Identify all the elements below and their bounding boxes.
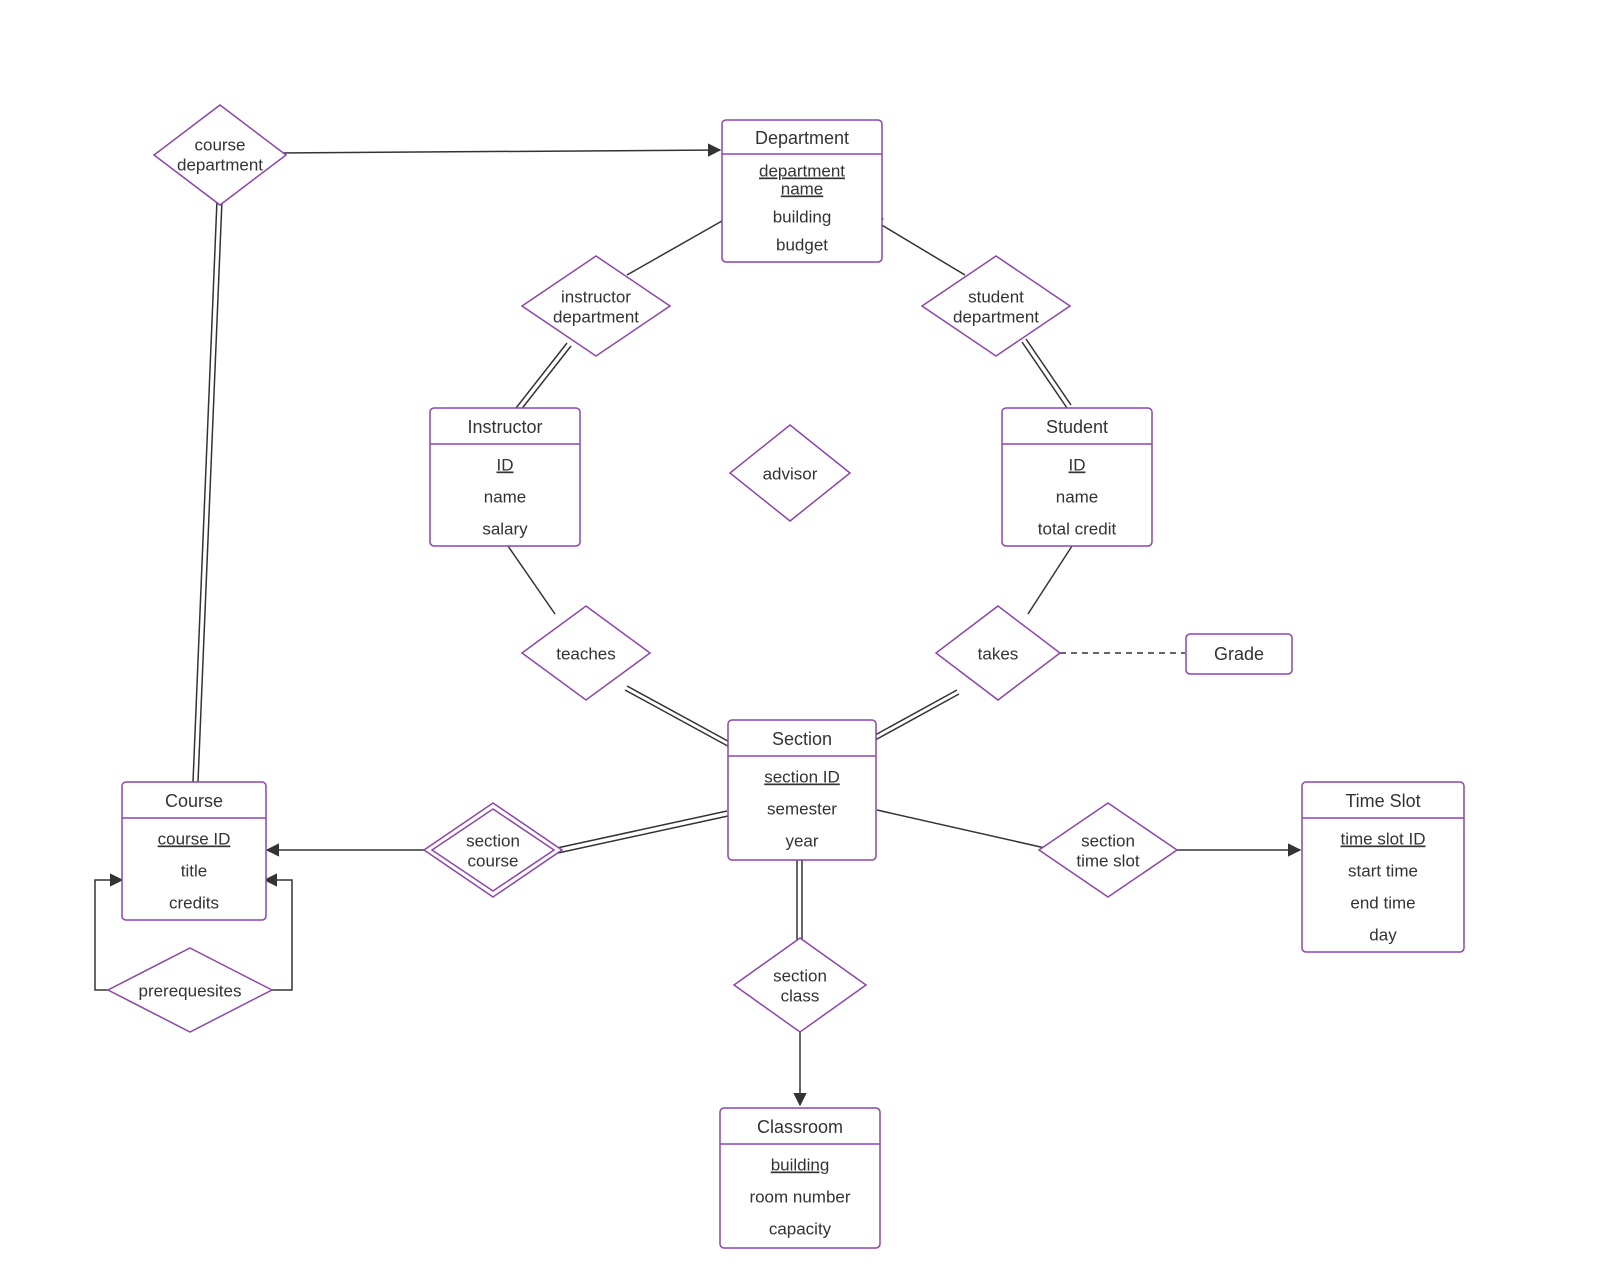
edge-instr-dept-to-instructor-a [516, 343, 567, 408]
relationship-course-department: course department [154, 105, 286, 205]
entity-instructor: Instructor ID name salary [430, 408, 580, 546]
entity-section-title: Section [772, 729, 832, 749]
entity-instructor-title: Instructor [467, 417, 542, 437]
relationship-prerequisites: prerequesites [108, 948, 272, 1032]
entity-classroom-attr1: room number [749, 1187, 850, 1206]
edge-takes-to-section-b [868, 694, 959, 744]
svg-text:section: section [1081, 831, 1135, 850]
svg-text:time slot: time slot [1076, 851, 1140, 870]
relationship-advisor: advisor [730, 425, 850, 521]
entity-instructor-attr2: salary [482, 519, 528, 538]
relationship-section-timeslot: section time slot [1039, 803, 1177, 897]
edge-instr-dept-to-department [627, 213, 736, 275]
svg-text:teaches: teaches [556, 644, 616, 663]
entity-timeslot-attr0: time slot ID [1340, 829, 1425, 848]
entity-instructor-attr0: ID [497, 455, 514, 474]
entity-classroom-attr2: capacity [769, 1219, 832, 1238]
entity-classroom-attr0: building [771, 1155, 830, 1174]
entity-timeslot-attr1: start time [1348, 861, 1418, 880]
svg-text:instructor: instructor [561, 287, 631, 306]
entity-department-attr2: budget [776, 235, 828, 254]
entity-course-title: Course [165, 791, 223, 811]
entity-classroom: Classroom building room number capacity [720, 1108, 880, 1248]
entity-timeslot-attr2: end time [1350, 893, 1415, 912]
entity-section-attr0: section ID [764, 767, 840, 786]
edge-seccourse-to-section-a [557, 811, 727, 848]
svg-text:course: course [194, 135, 245, 154]
relationship-section-course: section course [424, 803, 562, 897]
entity-course: Course course ID title credits [122, 782, 266, 920]
svg-text:department: department [953, 307, 1039, 326]
svg-text:class: class [781, 986, 820, 1005]
entity-department-attr1: building [773, 207, 832, 226]
entity-timeslot: Time Slot time slot ID start time end ti… [1302, 782, 1464, 952]
edge-stud-dept-to-student-a [1022, 342, 1067, 408]
entity-department-title: Department [755, 128, 849, 148]
entity-course-attr1: title [181, 861, 207, 880]
svg-text:department: department [553, 307, 639, 326]
entity-student-attr2: total credit [1038, 519, 1117, 538]
edge-course-dept-to-department [278, 150, 720, 153]
svg-text:advisor: advisor [763, 464, 818, 483]
svg-text:takes: takes [978, 644, 1019, 663]
entity-student: Student ID name total credit [1002, 408, 1152, 546]
entity-course-attr0: course ID [158, 829, 231, 848]
entity-timeslot-title: Time Slot [1345, 791, 1420, 811]
edge-stud-dept-to-department [870, 218, 965, 275]
edge-stud-dept-to-student-b [1026, 339, 1071, 405]
relationship-section-class: section class [734, 938, 866, 1032]
edge-course-dept-to-course-b [198, 200, 222, 782]
svg-text:prerequesites: prerequesites [138, 981, 241, 1000]
entity-section: Section section ID semester year [728, 720, 876, 860]
edge-takes-to-student [1028, 546, 1072, 614]
relationship-student-department: student department [922, 256, 1070, 356]
entity-department-attr0-line2: name [781, 179, 824, 198]
edge-teaches-to-section-a [625, 690, 735, 750]
edge-takes-to-section-a [866, 690, 957, 740]
entity-grade: Grade [1186, 634, 1292, 674]
entity-instructor-attr1: name [484, 487, 527, 506]
svg-text:student: student [968, 287, 1024, 306]
relationship-takes: takes [936, 606, 1060, 700]
entity-section-attr1: semester [767, 799, 837, 818]
relationship-instructor-department: instructor department [522, 256, 670, 356]
entity-timeslot-attr3: day [1369, 925, 1397, 944]
entity-student-attr1: name [1056, 487, 1099, 506]
svg-text:department: department [177, 155, 263, 174]
relationship-teaches: teaches [522, 606, 650, 700]
entity-department: Department department name building budg… [722, 120, 882, 262]
edge-teaches-to-section-b [627, 686, 737, 746]
edge-sectime-to-section [877, 810, 1045, 848]
entity-course-attr2: credits [169, 893, 219, 912]
svg-text:course: course [467, 851, 518, 870]
edge-instr-dept-to-instructor-b [520, 346, 571, 411]
entity-department-attr0-line1: department [759, 161, 845, 180]
entity-section-attr2: year [785, 831, 818, 850]
entity-student-attr0: ID [1069, 455, 1086, 474]
entity-grade-title: Grade [1214, 644, 1264, 664]
entity-student-title: Student [1046, 417, 1108, 437]
edge-prereq-left [95, 880, 122, 990]
svg-text:section: section [773, 966, 827, 985]
edge-seccourse-to-section-b [558, 816, 728, 853]
svg-text:section: section [466, 831, 520, 850]
entity-classroom-title: Classroom [757, 1117, 843, 1137]
edge-teaches-to-instructor [508, 546, 555, 614]
edge-course-dept-to-course-a [193, 200, 217, 782]
